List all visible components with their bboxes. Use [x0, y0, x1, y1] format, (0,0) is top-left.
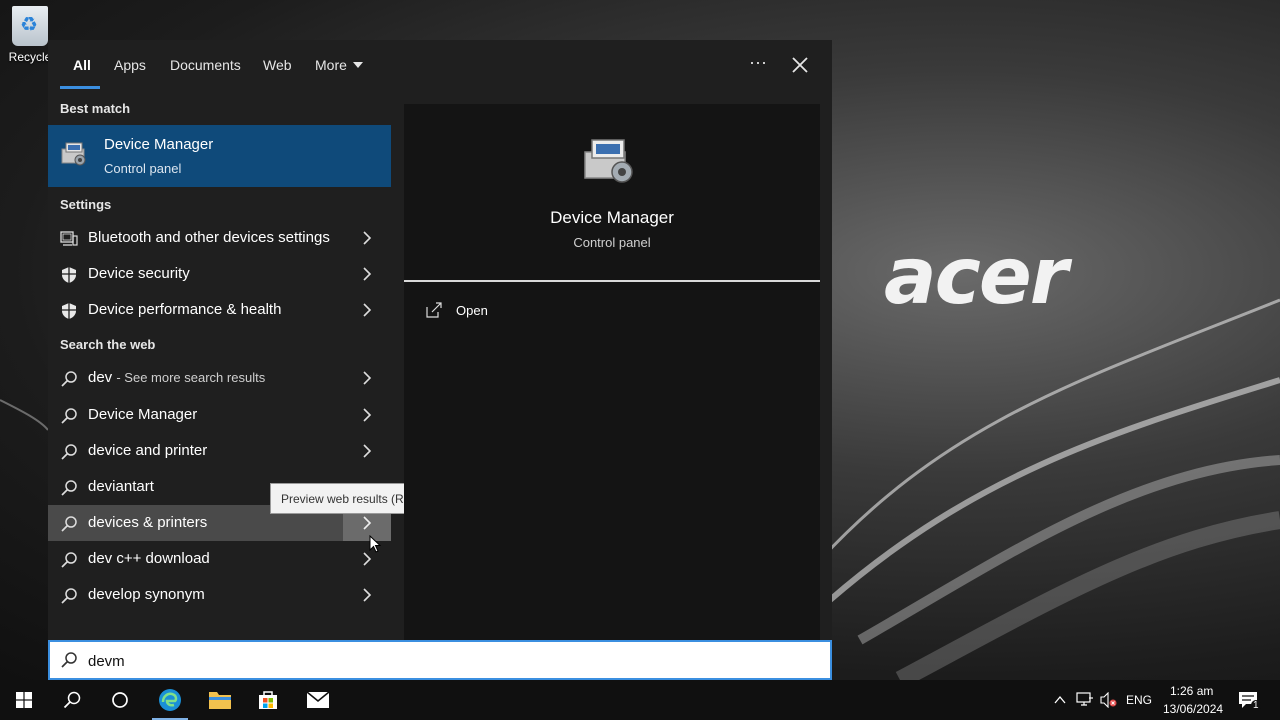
search-input[interactable]: [88, 649, 788, 673]
devices-settings-icon: [60, 231, 78, 246]
chevron-right-icon[interactable]: [360, 552, 374, 566]
search-icon: [61, 408, 77, 424]
settings-item-label: Bluetooth and other devices settings: [88, 229, 330, 246]
tab-more[interactable]: More: [315, 57, 363, 73]
tab-apps[interactable]: Apps: [114, 57, 146, 73]
best-match-title: Device Manager: [104, 136, 214, 153]
open-action-label: Open: [456, 303, 488, 318]
tab-all[interactable]: All: [73, 57, 91, 73]
preview-subtitle: Control panel: [573, 235, 651, 250]
web-item-label: device and printer: [88, 442, 208, 459]
web-item-suffix: - See more search results: [116, 370, 266, 385]
search-icon: [61, 552, 77, 568]
taskbar: ENG 1:26 am 13/06/2024 1: [0, 680, 1280, 720]
start-button[interactable]: [0, 680, 48, 720]
windows-icon: [16, 692, 32, 708]
web-item-label: dev c++ download: [88, 550, 210, 567]
web-item-query: dev: [88, 369, 113, 386]
search-icon: [61, 516, 77, 532]
cortana-button[interactable]: [96, 680, 144, 720]
open-external-icon: [426, 302, 442, 318]
section-settings: Settings: [60, 197, 112, 212]
section-search-web: Search the web: [60, 337, 156, 352]
clock-date[interactable]: 13/06/2024: [1163, 702, 1223, 716]
web-item-label: develop synonym: [88, 586, 205, 603]
web-item-dev-cpp-download[interactable]: dev c++ download: [48, 541, 391, 577]
clock-time[interactable]: 1:26 am: [1170, 684, 1213, 698]
settings-item-bluetooth[interactable]: Bluetooth and other devices settings: [48, 220, 391, 256]
web-item-dev[interactable]: dev - See more search results: [48, 360, 391, 396]
caret-down-icon: [352, 62, 363, 68]
chevron-right-icon[interactable]: [360, 371, 374, 385]
action-center-button[interactable]: 1: [1232, 680, 1272, 720]
best-match-item[interactable]: Device Manager Control panel: [48, 125, 391, 187]
preview-divider: [404, 280, 820, 282]
taskbar-mail[interactable]: [294, 680, 342, 720]
tab-web[interactable]: Web: [263, 57, 292, 73]
search-icon: [63, 691, 81, 709]
preview-title: Device Manager: [550, 208, 674, 227]
shield-icon: [62, 303, 76, 319]
mail-icon: [306, 691, 330, 708]
tab-active-indicator: [60, 86, 100, 89]
chevron-up-icon[interactable]: [1054, 694, 1066, 706]
close-icon[interactable]: [788, 53, 812, 77]
cortana-icon: [112, 692, 128, 708]
search-box[interactable]: [48, 640, 832, 680]
settings-item-label: Device security: [88, 265, 190, 282]
chevron-right-icon: [363, 516, 372, 530]
settings-item-device-performance[interactable]: Device performance & health: [48, 292, 391, 328]
web-item-label: devices & printers: [88, 514, 208, 531]
search-icon: [61, 588, 77, 604]
acer-logo: acer: [884, 232, 1068, 322]
section-best-match: Best match: [60, 101, 131, 116]
web-item-label: deviantart: [88, 478, 154, 495]
chevron-right-icon[interactable]: [360, 444, 374, 458]
search-icon: [61, 371, 77, 387]
search-icon: [61, 444, 77, 460]
chevron-right-icon[interactable]: [360, 303, 374, 317]
web-item-label: Device Manager: [88, 406, 198, 423]
taskbar-search-button[interactable]: [48, 680, 96, 720]
search-panel: All Apps Documents Web More ··· Best mat…: [48, 40, 832, 640]
device-manager-icon: [584, 139, 633, 183]
web-item-device-and-printer[interactable]: device and printer: [48, 433, 391, 469]
tab-more-label: More: [315, 57, 347, 73]
web-item-develop-synonym[interactable]: develop synonym: [48, 577, 391, 613]
search-icon: [61, 652, 77, 668]
more-options-icon[interactable]: ···: [746, 52, 770, 76]
network-icon[interactable]: [1076, 692, 1094, 708]
shield-icon: [62, 267, 76, 283]
search-tabs: All Apps Documents Web More ···: [48, 40, 832, 96]
preview-pane: Device Manager Control panel Open: [404, 104, 820, 640]
settings-item-label: Device performance & health: [88, 301, 282, 318]
recycle-bin-icon: [12, 6, 48, 46]
taskbar-file-explorer[interactable]: [196, 680, 244, 720]
best-match-subtitle: Control panel: [104, 161, 182, 176]
edge-icon: [159, 689, 181, 711]
store-icon: [259, 691, 277, 709]
folder-icon: [209, 692, 231, 709]
chevron-right-icon[interactable]: [360, 267, 374, 281]
device-manager-icon: [61, 142, 86, 166]
settings-item-device-security[interactable]: Device security: [48, 256, 391, 292]
web-item-label: dev - See more search results: [88, 369, 265, 386]
taskbar-edge[interactable]: [146, 680, 194, 720]
mouse-cursor-icon: [369, 535, 381, 553]
chevron-right-icon[interactable]: [360, 408, 374, 422]
chevron-right-icon[interactable]: [360, 231, 374, 245]
notification-count: 1: [1251, 700, 1261, 711]
search-icon: [61, 480, 77, 496]
web-item-device-manager[interactable]: Device Manager: [48, 397, 391, 433]
chevron-right-icon[interactable]: [360, 588, 374, 602]
taskbar-store[interactable]: [244, 680, 292, 720]
volume-muted-icon[interactable]: [1100, 692, 1118, 708]
language-indicator[interactable]: ENG: [1126, 693, 1152, 707]
tab-documents[interactable]: Documents: [170, 57, 241, 73]
